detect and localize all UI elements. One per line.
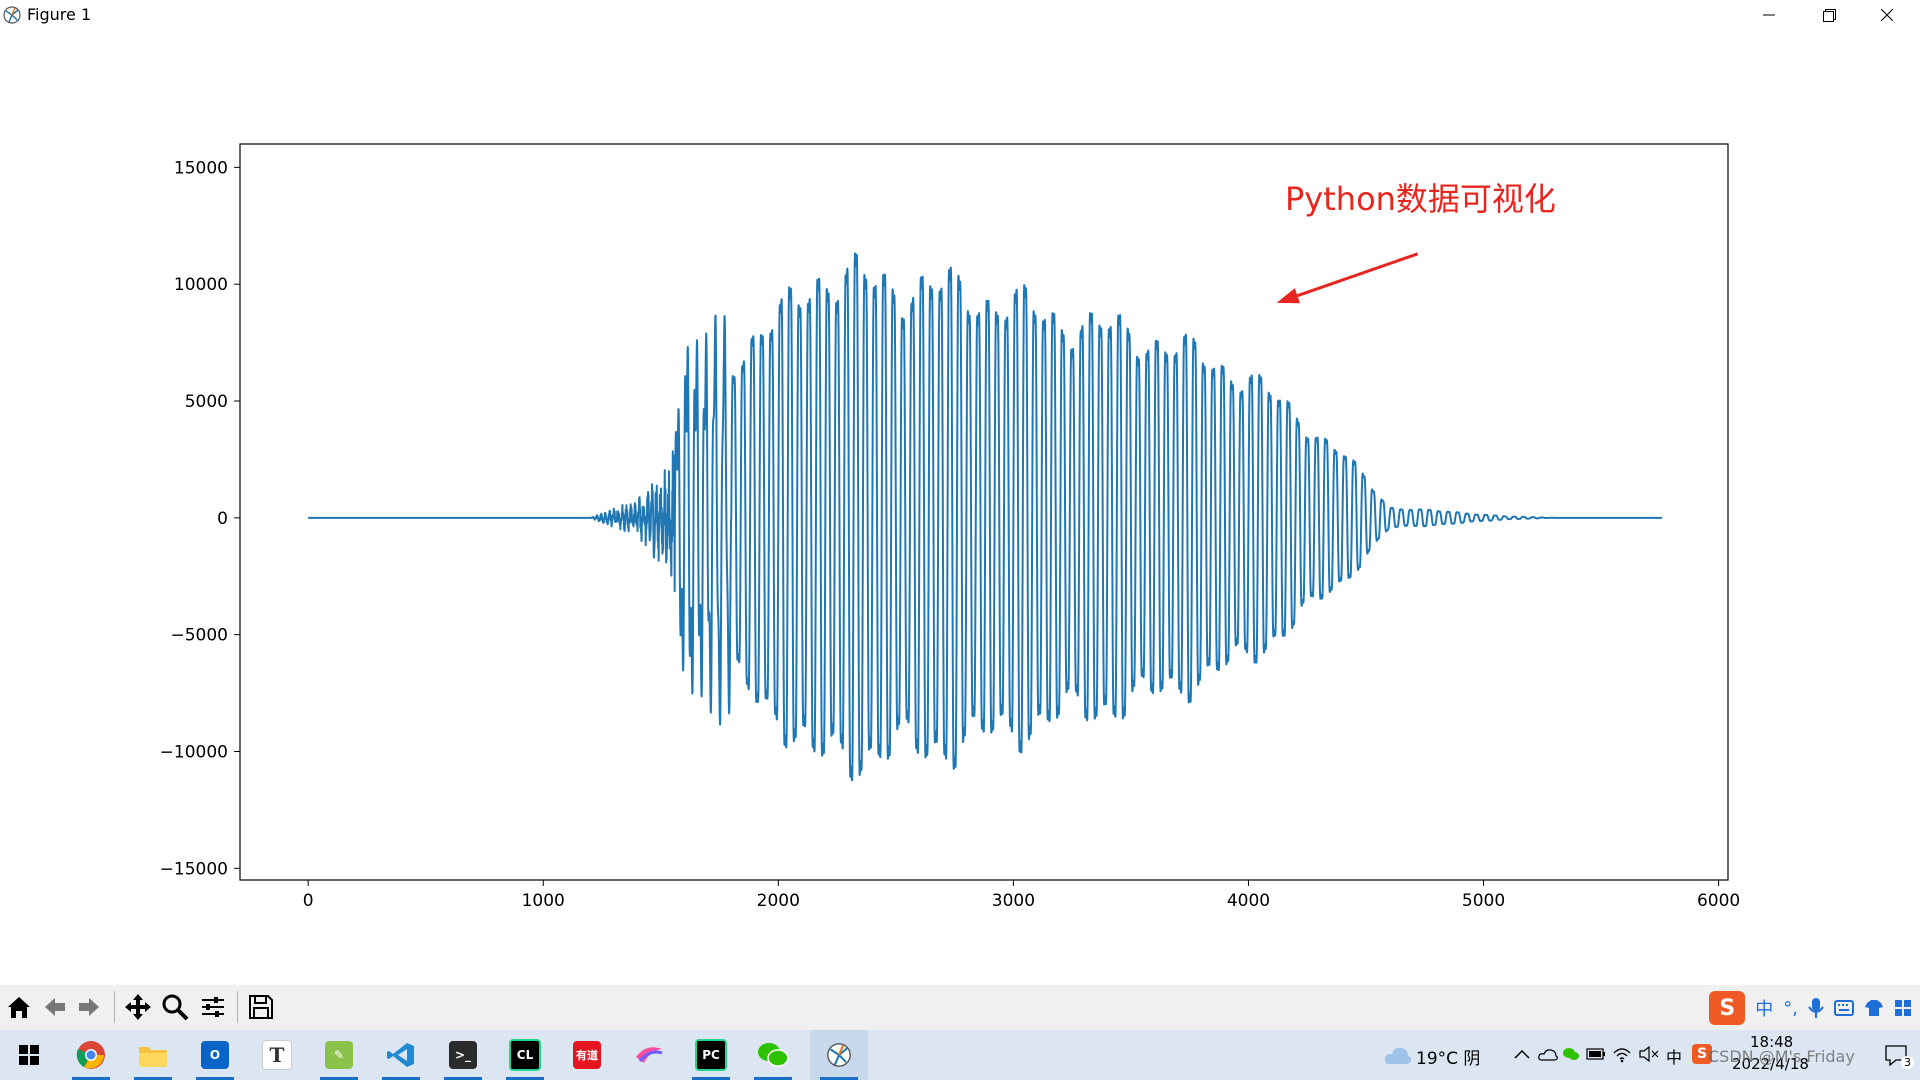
annotation-arrow-shaft	[1296, 252, 1419, 298]
pycharm-icon: PC	[695, 1039, 727, 1071]
close-button[interactable]	[1858, 0, 1916, 30]
terminal-icon: >_	[449, 1041, 477, 1069]
typora-icon: T	[262, 1040, 292, 1070]
x-tick-label: 2000	[757, 891, 800, 911]
clion-icon: CL	[509, 1039, 541, 1071]
system-tray: 19°C 阴 中 S 18:48 2022/4/18 CSDN @M's Fri…	[1380, 1030, 1920, 1080]
battery-icon[interactable]	[1586, 1047, 1606, 1061]
back-icon	[45, 998, 65, 1016]
taskbar-typora[interactable]: T	[248, 1030, 306, 1080]
microphone-icon[interactable]	[1808, 997, 1824, 1019]
taskbar-file-explorer[interactable]	[124, 1030, 182, 1080]
ime-toolbar: S 中 °,	[1709, 991, 1912, 1025]
chevron-up-icon[interactable]	[1514, 1048, 1530, 1060]
restore-icon	[1822, 8, 1836, 22]
keyboard-icon[interactable]	[1834, 1000, 1854, 1016]
plot-series	[307, 252, 1663, 782]
onedrive-icon[interactable]	[1538, 1048, 1558, 1062]
ime-language[interactable]: 中	[1755, 995, 1773, 1021]
restore-button[interactable]	[1800, 0, 1858, 30]
taskbar-terminal[interactable]: >_	[434, 1030, 492, 1080]
x-tick-label: 5000	[1462, 891, 1505, 911]
wifi-icon[interactable]	[1612, 1045, 1632, 1063]
annotation-arrow-head	[1276, 288, 1301, 304]
notification-count: 3	[1901, 1056, 1914, 1069]
x-tick-label: 4000	[1227, 891, 1270, 911]
file-explorer-icon	[139, 1047, 167, 1067]
windows-start-icon	[19, 1045, 39, 1065]
sogou-icon[interactable]: S	[1709, 991, 1746, 1025]
window-titlebar: Figure 1	[0, 0, 1920, 30]
configure-icon	[202, 997, 224, 1017]
taskbar-clion[interactable]: CL	[496, 1030, 554, 1080]
taskbar-app[interactable]	[620, 1030, 678, 1080]
x-tick-label: 0	[303, 891, 314, 911]
taskbar-vscode[interactable]	[372, 1030, 430, 1080]
taskbar-figure[interactable]	[810, 1030, 868, 1080]
plot-frame	[239, 143, 1729, 881]
weather-cloud-icon[interactable]	[1384, 1044, 1412, 1066]
waveform-line	[307, 252, 1663, 782]
home-icon	[8, 997, 30, 1018]
wechat-tray-icon[interactable]	[1562, 1046, 1580, 1062]
toolbox-icon[interactable]	[1894, 999, 1912, 1017]
notepad-icon: ✎	[325, 1041, 353, 1069]
minimize-button[interactable]	[1740, 0, 1798, 30]
y-tick-label: −15000	[160, 859, 228, 879]
navigation-toolbar: S 中 °,	[0, 985, 1920, 1030]
taskbar-outlook[interactable]: O	[186, 1030, 244, 1080]
x-tick-label: 6000	[1697, 891, 1740, 911]
vscode-icon	[387, 1043, 414, 1067]
wechat-icon	[758, 1043, 789, 1067]
taskbar-youdao[interactable]: 有道	[558, 1030, 616, 1080]
forward-button[interactable]	[72, 990, 106, 1024]
home-button[interactable]	[2, 990, 36, 1024]
weather-text[interactable]: 19°C 阴	[1416, 1044, 1480, 1069]
taskbar-pycharm[interactable]: PC	[682, 1030, 740, 1080]
y-tick-label: −10000	[160, 742, 228, 762]
outlook-icon: O	[201, 1041, 229, 1069]
taskbar: O T ✎ >_ CL 有道 PC 19°C 阴 中 S 18:48 2022/…	[0, 1030, 1920, 1080]
close-icon	[1881, 9, 1893, 21]
x-tick-label: 3000	[992, 891, 1035, 911]
ime-punctuation[interactable]: °,	[1783, 998, 1798, 1019]
plot-annotation: Python数据可视化	[1276, 180, 1556, 304]
pan-icon	[125, 994, 151, 1020]
minimize-icon	[1763, 14, 1775, 16]
back-button[interactable]	[38, 990, 72, 1024]
save-figure-button[interactable]	[244, 990, 278, 1024]
taskbar-wechat[interactable]	[744, 1030, 802, 1080]
y-tick-label: 10000	[174, 275, 228, 295]
zoom-icon	[162, 994, 189, 1021]
y-tick-label: 5000	[185, 392, 228, 412]
toolbar-separator	[237, 991, 238, 1023]
ime-indicator[interactable]: 中	[1666, 1044, 1682, 1068]
matplotlib-app-icon	[2, 5, 22, 25]
chrome-icon	[76, 1041, 105, 1069]
figure-canvas[interactable]: 0 1000 2000 3000 4000 5000 6000 15000 10000 5000 0…	[0, 30, 1920, 985]
taskbar-chrome[interactable]	[62, 1030, 120, 1080]
line-chart: 0 1000 2000 3000 4000 5000 6000 15000 10000 5000 0…	[160, 143, 1740, 911]
y-tick-label: −5000	[170, 626, 228, 646]
toolbar-separator	[114, 991, 115, 1023]
y-tick-label: 0	[217, 509, 228, 529]
youdao-icon: 有道	[573, 1041, 601, 1069]
csdn-watermark: CSDN @M's Friday	[1708, 1047, 1855, 1066]
volume-muted-icon[interactable]	[1638, 1045, 1660, 1063]
start-button[interactable]	[0, 1030, 58, 1080]
y-tick-label: 15000	[174, 158, 228, 178]
plot-axes: 0 1000 2000 3000 4000 5000 6000 15000 10000 5000 0…	[160, 143, 1740, 911]
skin-icon[interactable]	[1864, 999, 1884, 1017]
window-title: Figure 1	[27, 5, 92, 24]
forward-icon	[79, 998, 99, 1016]
save-icon	[249, 995, 273, 1019]
annotation-text: Python数据可视化	[1285, 180, 1556, 218]
x-tick-label: 1000	[522, 891, 565, 911]
app-icon	[636, 1047, 663, 1063]
taskbar-notepad[interactable]: ✎	[310, 1030, 368, 1080]
pan-button[interactable]	[121, 990, 155, 1024]
matplotlib-figure-icon	[827, 1043, 851, 1067]
configure-subplots-button[interactable]	[196, 990, 230, 1024]
zoom-button[interactable]	[158, 990, 192, 1024]
